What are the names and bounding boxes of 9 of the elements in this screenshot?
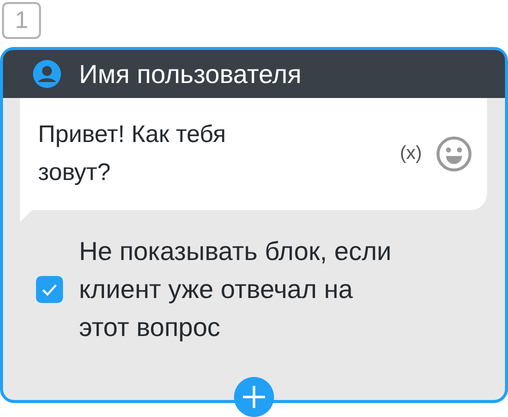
emoji-icon[interactable] [436,136,472,172]
option-label: Не показывать блок, если клиент уже отвечал на этот вопрос [79,235,392,344]
checkbox[interactable] [36,276,63,302]
user-name: Имя пользователя [79,58,302,90]
variable-button[interactable]: (x) [400,143,422,165]
block-number: 1 [2,2,41,39]
user-icon [33,60,61,88]
message-text[interactable]: Привет! Как тебя зовут? [38,116,298,192]
add-button[interactable] [234,377,274,417]
